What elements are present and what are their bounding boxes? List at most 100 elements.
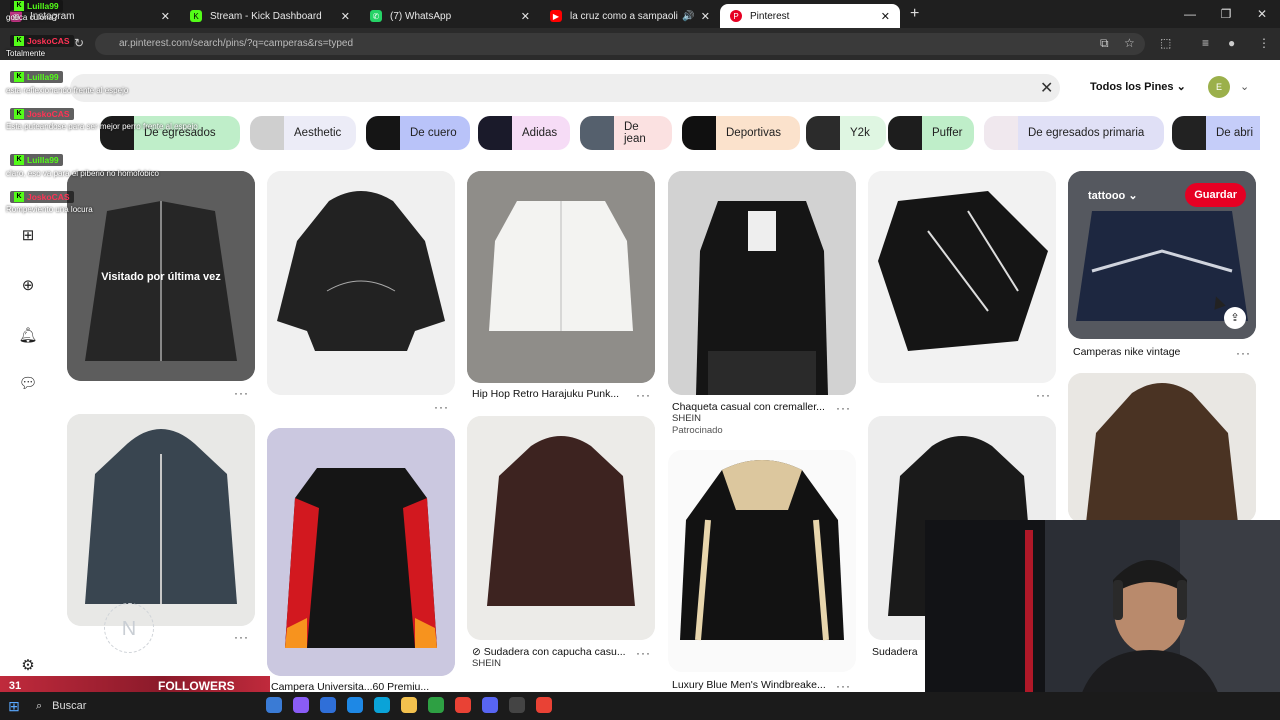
- pins-filter-dropdown[interactable]: Todos los Pines ⌄: [1090, 80, 1186, 93]
- pin-card[interactable]: [467, 171, 655, 383]
- pin-caption: Chaqueta casual con cremaller...: [672, 401, 825, 413]
- youtube-icon: ▶: [550, 10, 562, 22]
- task-view-icon[interactable]: [266, 697, 282, 713]
- extensions-icon[interactable]: ⬚: [1160, 36, 1171, 50]
- app-icon[interactable]: [347, 697, 363, 713]
- install-icon[interactable]: ⧉: [1100, 36, 1109, 51]
- notifications-bell-icon[interactable]: 🔔︎: [18, 326, 38, 346]
- more-options-icon[interactable]: ···: [636, 646, 651, 660]
- file-explorer-icon[interactable]: [401, 697, 417, 713]
- chip-deportivas[interactable]: Deportivas: [682, 116, 800, 150]
- chat-message: Rompeviento una locura: [6, 205, 93, 214]
- pin-card[interactable]: [67, 414, 255, 626]
- chip-de-jean[interactable]: De jean: [580, 116, 672, 150]
- chip-label: De cuero: [410, 127, 457, 139]
- chip-puffer[interactable]: Puffer: [888, 116, 974, 150]
- pin-card[interactable]: [267, 171, 455, 395]
- clear-search-icon[interactable]: ✕: [1040, 78, 1053, 98]
- more-options-icon[interactable]: ···: [434, 400, 449, 414]
- more-options-icon[interactable]: ···: [836, 401, 851, 415]
- chip-de-cuero[interactable]: De cuero: [366, 116, 470, 150]
- kick-badge-icon: K: [14, 192, 24, 202]
- chip-adidas[interactable]: Adidas: [478, 116, 570, 150]
- tab-title: Pinterest: [750, 10, 790, 22]
- chat-user: K Luilla99: [10, 71, 63, 83]
- pin-card[interactable]: [868, 171, 1056, 383]
- followers-label: FOLLOWERS: [158, 679, 235, 693]
- pin-card[interactable]: [668, 171, 856, 395]
- chat-user: K JoskoCAS: [10, 108, 74, 120]
- chip-de-egresados-primaria[interactable]: De egresados primaria: [984, 116, 1164, 150]
- speaker-icon[interactable]: 🔊: [682, 11, 694, 22]
- avatar[interactable]: E: [1208, 76, 1230, 98]
- more-options-icon[interactable]: ···: [636, 388, 651, 402]
- tab-title: la cruz como a sampaoli | Y: [570, 10, 678, 22]
- chrome-active-icon[interactable]: [536, 697, 552, 713]
- varsity-jacket-image: [267, 428, 455, 676]
- account-chevron-icon[interactable]: ⌄: [1240, 80, 1249, 93]
- xbox-icon[interactable]: [428, 697, 444, 713]
- more-options-icon[interactable]: ···: [836, 679, 851, 693]
- more-options-icon[interactable]: ···: [1236, 346, 1251, 360]
- media-icon[interactable]: ≡: [1202, 36, 1209, 50]
- chat-message: esta reflexionando frente al espejo: [6, 86, 129, 95]
- new-tab-icon[interactable]: +: [910, 5, 919, 23]
- copilot-icon[interactable]: [293, 697, 309, 713]
- close-icon[interactable]: ✕: [701, 10, 710, 23]
- restore-icon[interactable]: ❐: [1208, 7, 1244, 21]
- search-icon[interactable]: ⌕: [36, 700, 42, 713]
- minimize-icon[interactable]: —: [1172, 7, 1208, 21]
- store-icon[interactable]: [320, 697, 336, 713]
- tab-youtube[interactable]: ▶ la cruz como a sampaoli | Y 🔊 ✕: [540, 4, 720, 28]
- channel-logo-watermark: N: [104, 603, 154, 653]
- more-options-icon[interactable]: ···: [234, 630, 249, 644]
- board-selector[interactable]: tattooo ⌄: [1088, 189, 1138, 202]
- url-field[interactable]: ar.pinterest.com/search/pins/?q=camperas…: [95, 33, 1145, 55]
- hoodie-image: [467, 416, 655, 640]
- more-options-icon[interactable]: ···: [234, 386, 249, 400]
- jacket-image: [868, 171, 1056, 383]
- pin-card[interactable]: [267, 428, 455, 676]
- save-button[interactable]: Guardar: [1185, 183, 1246, 207]
- windows-start-icon[interactable]: ⊞: [0, 698, 28, 715]
- share-icon[interactable]: ⇪: [1224, 307, 1246, 329]
- tab-pinterest[interactable]: P Pinterest ✕: [720, 4, 900, 28]
- messages-icon[interactable]: 💬︎: [18, 374, 38, 394]
- chip-thumbnail: [250, 116, 284, 150]
- close-icon[interactable]: ✕: [521, 10, 530, 23]
- kick-badge-icon: K: [14, 155, 24, 165]
- link-icon: ⊘: [472, 646, 484, 658]
- close-icon[interactable]: ✕: [341, 10, 350, 23]
- chat-user: K Luilla99: [10, 0, 63, 12]
- pin-card-hovered[interactable]: tattooo ⌄ Guardar ⇪: [1068, 171, 1256, 339]
- create-icon[interactable]: ⊕: [18, 276, 38, 296]
- settings-gear-icon[interactable]: ⚙: [18, 656, 38, 676]
- menu-icon[interactable]: ⋮: [1258, 36, 1270, 50]
- pin-card[interactable]: [1068, 373, 1256, 523]
- obs-icon[interactable]: [509, 697, 525, 713]
- pin-card[interactable]: [668, 450, 856, 672]
- chrome-icon[interactable]: [455, 697, 471, 713]
- pin-card[interactable]: [467, 416, 655, 640]
- boards-icon[interactable]: ⊞: [18, 226, 38, 246]
- taskbar-search-label[interactable]: Buscar: [52, 700, 86, 712]
- kick-badge-icon: K: [14, 72, 24, 82]
- chat-message: Totalmente: [6, 49, 46, 58]
- chip-de-abrigo[interactable]: De abri: [1172, 116, 1260, 150]
- pin-source: SHEIN: [672, 413, 702, 424]
- edge-icon[interactable]: [374, 697, 390, 713]
- sponsored-label: Patrocinado: [672, 425, 723, 436]
- chip-aesthetic[interactable]: Aesthetic: [250, 116, 356, 150]
- visited-overlay: Visitado por última vez: [101, 271, 221, 283]
- pin-caption: Hip Hop Retro Harajuku Punk...: [472, 388, 620, 400]
- close-icon[interactable]: ✕: [881, 10, 890, 23]
- chip-y2k[interactable]: Y2k: [806, 116, 886, 150]
- tab-whatsapp[interactable]: ✆ (7) WhatsApp ✕: [360, 4, 540, 28]
- hoodie-image: [267, 171, 455, 395]
- discord-icon[interactable]: [482, 697, 498, 713]
- bookmark-star-icon[interactable]: ☆: [1124, 36, 1135, 50]
- more-options-icon[interactable]: ···: [1036, 388, 1051, 402]
- filter-chips: De egresados Aesthetic De cuero Adidas D…: [100, 116, 1260, 152]
- window-close-icon[interactable]: ✕: [1244, 7, 1280, 21]
- profile-icon[interactable]: ●: [1228, 36, 1235, 50]
